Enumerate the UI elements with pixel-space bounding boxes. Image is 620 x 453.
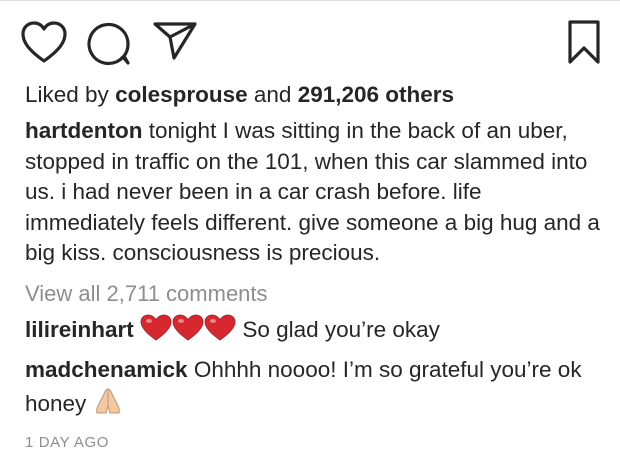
post-timestamp: 1 DAY AGO bbox=[25, 434, 110, 451]
comment-item: madchenamick Ohhhh noooo! I’m so gratefu… bbox=[25, 355, 600, 424]
action-bar bbox=[0, 0, 620, 70]
likes-prefix: Liked by bbox=[25, 82, 109, 107]
likes-conjunction: and bbox=[253, 82, 292, 107]
comment-username[interactable]: lilireinhart bbox=[25, 317, 134, 342]
liker-username[interactable]: colesprouse bbox=[115, 82, 248, 107]
bookmark-icon[interactable] bbox=[567, 20, 601, 64]
comment-text: So glad you’re okay bbox=[242, 316, 440, 342]
likes-others-count[interactable]: 291,206 others bbox=[298, 82, 454, 107]
likes-summary: Liked by colesprouse and 291,206 others bbox=[25, 80, 600, 110]
post-caption: hartdenton tonight I was sitting in the … bbox=[25, 116, 600, 269]
folded-hands-emoji-icon bbox=[93, 386, 123, 425]
comment-item: lilireinhart So glad you’re okay bbox=[25, 314, 600, 351]
caption-username[interactable]: hartdenton bbox=[25, 118, 143, 143]
post-details: Liked by colesprouse and 291,206 others … bbox=[25, 80, 600, 453]
paper-plane-icon[interactable] bbox=[153, 21, 197, 61]
comment-bubble-icon[interactable] bbox=[87, 20, 131, 66]
red-heart-emoji-icon bbox=[140, 314, 236, 351]
heart-icon[interactable] bbox=[20, 20, 68, 64]
view-all-comments-link[interactable]: View all 2,711 comments bbox=[25, 279, 600, 309]
comment-username[interactable]: madchenamick bbox=[25, 357, 188, 382]
